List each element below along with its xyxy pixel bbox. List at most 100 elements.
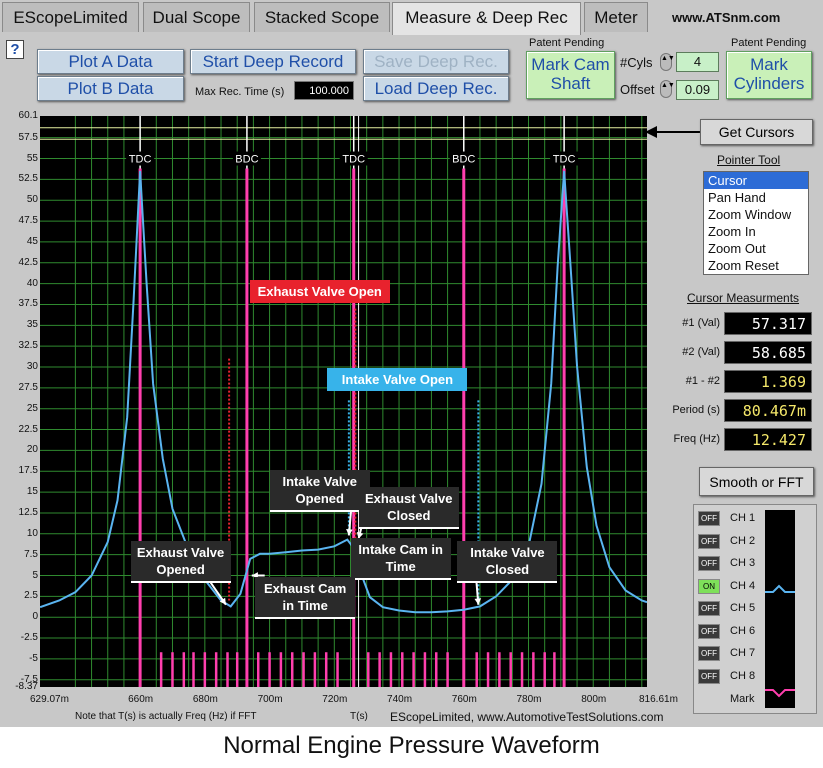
cyls-spinner[interactable]: ▲▼ xyxy=(660,53,675,71)
annotation-label: Exhaust Valve Open xyxy=(249,279,390,303)
tab-measure-deep-rec[interactable]: Measure & Deep Rec xyxy=(392,2,581,35)
site-url[interactable]: www.ATSnm.com xyxy=(672,10,780,25)
y-tick-label: 57.5 xyxy=(18,131,38,143)
patent-pending-label-2: Patent Pending xyxy=(731,37,807,49)
max-rec-time-input[interactable]: 100.000 xyxy=(294,81,354,100)
y-tick-label: 0 xyxy=(32,611,38,623)
y-tick-label: -5 xyxy=(29,652,38,664)
measure-label: Freq (Hz) xyxy=(673,433,720,445)
get-cursors-button[interactable]: Get Cursors xyxy=(700,119,813,145)
channel-toggle-5[interactable]: OFF xyxy=(698,601,720,616)
pointer-tool-item[interactable]: Zoom Out xyxy=(704,240,808,257)
measure-label: Period (s) xyxy=(672,404,720,416)
channel-toggle-6[interactable]: OFF xyxy=(698,623,720,639)
channel-toggle-3[interactable]: OFF xyxy=(698,556,720,571)
tab-meter[interactable]: Meter xyxy=(584,2,648,32)
tab-stacked-scope[interactable]: Stacked Scope xyxy=(254,2,390,32)
measure-value: 58.685 xyxy=(724,341,812,364)
marker-label: TDC xyxy=(553,154,576,166)
y-tick-label: 47.5 xyxy=(18,215,38,227)
y-tick-label: 55 xyxy=(26,152,38,164)
x-tick-label: 800m xyxy=(581,694,607,705)
load-deep-rec-button[interactable]: Load Deep Rec. xyxy=(363,76,509,101)
annotation-label: Intake Cam in Time xyxy=(350,538,451,581)
y-tick-label: 12.5 xyxy=(18,506,38,518)
channel-indicator-graph xyxy=(765,584,795,698)
channel-label: CH 1 xyxy=(730,512,756,524)
annotation-label: Exhaust Cam in Time xyxy=(255,577,356,620)
y-tick-label: 27.5 xyxy=(18,381,38,393)
channel-toggle-1[interactable]: OFF xyxy=(698,511,720,526)
pointer-tool-item[interactable]: Zoom In xyxy=(704,223,808,240)
x-tick-label: 740m xyxy=(387,694,413,705)
y-tick-label: 32.5 xyxy=(18,340,38,352)
measure-label: #1 (Val) xyxy=(682,317,720,329)
x-tick-label: 780m xyxy=(516,694,542,705)
figure-caption: Normal Engine Pressure Waveform xyxy=(223,732,600,759)
y-tick-label: 22.5 xyxy=(18,423,38,435)
footer-ts-label: T(s) xyxy=(350,711,368,722)
mark-cam-shaft-button[interactable]: Mark Cam Shaft xyxy=(526,51,615,99)
measure-label: #2 (Val) xyxy=(682,346,720,358)
y-tick-label: 5 xyxy=(32,569,38,581)
x-tick-label: 680m xyxy=(192,694,218,705)
tab-escopelimited[interactable]: EScopeLimited xyxy=(2,2,139,32)
y-tick-label: 40 xyxy=(26,277,38,289)
y-tick-label: 45 xyxy=(26,235,38,247)
x-tick-label: 760m xyxy=(451,694,477,705)
measure-label: #1 - #2 xyxy=(685,375,720,387)
y-tick-label: 52.5 xyxy=(18,173,38,185)
mark-label: Mark xyxy=(730,693,755,705)
cyls-label: #Cyls xyxy=(620,55,653,70)
y-tick-label: 25 xyxy=(26,402,38,414)
annotation-label: Exhaust Valve Closed xyxy=(358,487,459,530)
channel-toggle-7[interactable]: OFF xyxy=(698,646,720,661)
y-tick-label: 2.5 xyxy=(24,590,38,602)
plot-a-data-button[interactable]: Plot A Data xyxy=(37,49,184,74)
pointer-tool-item[interactable]: Cursor xyxy=(704,172,808,189)
channel-toggle-2[interactable]: OFF xyxy=(698,533,720,549)
pointer-tool-list[interactable]: Cursor Pan Hand Zoom Window Zoom In Zoom Out… xyxy=(703,171,809,275)
help-button[interactable]: ? xyxy=(6,40,24,59)
y-tick-label: 50 xyxy=(26,194,38,206)
channel-toggle-4[interactable]: ON xyxy=(698,578,720,594)
start-deep-record-button[interactable]: Start Deep Record xyxy=(190,49,356,74)
annotation-arrowhead-icon xyxy=(346,529,353,536)
smooth-fft-button[interactable]: Smooth or FFT xyxy=(699,467,814,496)
pointer-tool-item[interactable]: Zoom Window xyxy=(704,206,808,223)
channel-toggle-8[interactable]: OFF xyxy=(698,668,720,684)
y-tick-label: 35 xyxy=(26,319,38,331)
channel-label: CH 3 xyxy=(730,557,756,569)
y-tick-label: 30 xyxy=(26,361,38,373)
patent-pending-label-1: Patent Pending xyxy=(529,37,605,49)
marker-label: TDC xyxy=(342,154,365,166)
mark-cylinders-button[interactable]: Mark Cylinders xyxy=(726,51,812,99)
y-tick-label: 15 xyxy=(26,486,38,498)
channel-label: CH 5 xyxy=(730,602,756,614)
marker-label: TDC xyxy=(129,154,152,166)
x-tick-label: 660m xyxy=(128,694,154,705)
channel-label: CH 8 xyxy=(730,669,756,682)
pointer-tool-item[interactable]: Pan Hand xyxy=(704,189,808,206)
footer-note: Note that T(s) is actually Freq (Hz) if … xyxy=(75,711,257,722)
max-rec-time-label: Max Rec. Time (s) xyxy=(195,86,285,98)
y-tick-label: 37.5 xyxy=(18,298,38,310)
save-deep-rec-button[interactable]: Save Deep Rec. xyxy=(363,49,509,74)
channel-label: CH 6 xyxy=(730,624,756,637)
offset-input[interactable]: 0.09 xyxy=(676,80,719,100)
marker-label: BDC xyxy=(452,154,475,166)
offset-spinner[interactable]: ▲▼ xyxy=(660,80,675,98)
cyls-input[interactable]: 4 xyxy=(676,52,719,72)
x-tick-label: 700m xyxy=(257,694,283,705)
measure-value: 57.317 xyxy=(724,312,812,335)
measure-value: 12.427 xyxy=(724,428,812,451)
tab-dual-scope[interactable]: Dual Scope xyxy=(143,2,250,32)
y-tick-label: 42.5 xyxy=(18,256,38,268)
plot-b-data-button[interactable]: Plot B Data xyxy=(37,76,184,101)
footer-credit: EScopeLimited, www.AutomotiveTestSolutio… xyxy=(390,710,664,724)
get-cursors-arrow-icon xyxy=(645,126,703,138)
y-tick-label: 10 xyxy=(26,527,38,539)
pointer-tool-item[interactable]: Zoom Reset xyxy=(704,257,808,274)
y-tick-label: 7.5 xyxy=(24,548,38,560)
x-tick-label: 720m xyxy=(322,694,348,705)
